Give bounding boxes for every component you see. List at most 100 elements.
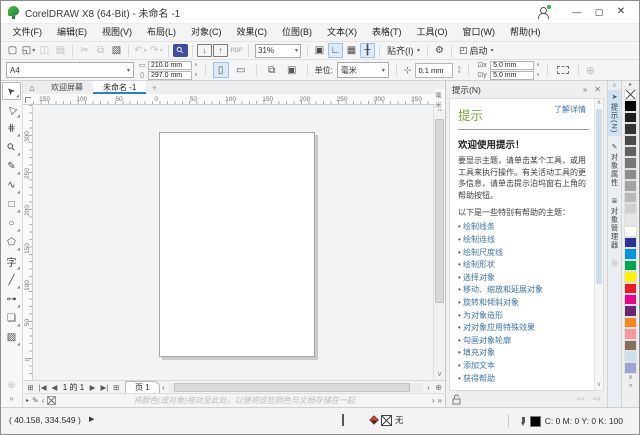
search-content-button[interactable]: ⚲ bbox=[173, 44, 188, 57]
docker-collapse-icon[interactable]: » bbox=[583, 85, 587, 94]
vertical-scroll-thumb[interactable] bbox=[435, 119, 444, 303]
palette-swatch[interactable] bbox=[624, 214, 637, 225]
docker-scrollbar[interactable]: ∧ ∨ bbox=[594, 99, 603, 390]
page-size-select[interactable]: A4▾ bbox=[6, 62, 134, 78]
customize-property-bar-button[interactable]: ⊕ bbox=[586, 64, 595, 77]
page-height-field[interactable]: 297.0 mm bbox=[148, 71, 192, 80]
menu-item[interactable]: 文件(F) bbox=[5, 24, 50, 41]
docker-scroll-down-icon[interactable]: ∨ bbox=[597, 381, 601, 390]
page-width-field[interactable]: 210.0 mm bbox=[148, 61, 192, 70]
toolbox-expand-button[interactable]: » bbox=[9, 394, 13, 403]
zoom-tool[interactable]: ⚲◢ bbox=[2, 139, 21, 157]
scroll-right-icon[interactable]: › bbox=[425, 383, 433, 392]
treat-as-filled-toggle[interactable] bbox=[555, 62, 571, 78]
document-palette-more-icon[interactable]: » bbox=[438, 396, 442, 405]
palette-swatch[interactable] bbox=[624, 169, 637, 180]
last-page-button[interactable]: ▶| bbox=[98, 383, 111, 392]
copy-button[interactable]: ⧉ bbox=[93, 43, 108, 58]
rectangle-tool[interactable]: □◢ bbox=[2, 196, 21, 214]
add-docker-button[interactable]: ⊕ bbox=[611, 258, 619, 269]
topic-link[interactable]: 旋转和倾斜对象 bbox=[458, 297, 589, 310]
palette-swatch[interactable] bbox=[624, 180, 637, 191]
pick-tool[interactable]: ➤◢ bbox=[2, 82, 21, 100]
topic-link[interactable]: 勾画对象轮廓 bbox=[458, 335, 589, 348]
launcher-dropdown[interactable]: ◰启动▾ bbox=[456, 44, 497, 57]
page-1-tab[interactable]: 页 1 bbox=[125, 381, 160, 393]
palette-swatch[interactable] bbox=[624, 248, 637, 259]
new-document-button[interactable]: ▢ bbox=[5, 43, 20, 58]
drop-shadow-tool[interactable]: ❏◢ bbox=[2, 310, 21, 328]
vertical-ruler[interactable]: 300250200150100500 bbox=[23, 105, 33, 380]
home-icon[interactable]: ⌂ bbox=[23, 81, 41, 94]
export-button[interactable]: ↑ bbox=[213, 44, 228, 57]
palette-swatch[interactable] bbox=[624, 317, 637, 328]
palette-swatch[interactable] bbox=[624, 328, 637, 339]
cut-button[interactable]: ✂ bbox=[77, 43, 92, 58]
previous-page-button[interactable]: ◀ bbox=[49, 383, 60, 392]
page-width-stepper[interactable]: ∧ bbox=[194, 63, 198, 67]
color-proof-icon[interactable] bbox=[342, 415, 355, 425]
topic-link[interactable]: 移动、缩放和延展对象 bbox=[458, 284, 589, 297]
horizontal-scrollbar[interactable] bbox=[169, 383, 423, 392]
open-button[interactable]: ◱▾ bbox=[21, 43, 36, 58]
tab-untitled-document[interactable]: 未命名 -1 bbox=[93, 81, 146, 94]
document-palette-no-color-swatch[interactable] bbox=[47, 396, 56, 405]
menu-item[interactable]: 工具(O) bbox=[409, 24, 455, 41]
menu-item[interactable]: 文本(X) bbox=[320, 24, 365, 41]
first-page-button[interactable]: |◀ bbox=[36, 383, 49, 392]
artistic-media-tool[interactable]: ∿◢ bbox=[2, 177, 21, 195]
duplicate-x-stepper[interactable]: ∧ bbox=[536, 63, 540, 67]
redo-button[interactable]: ↷▾ bbox=[149, 43, 164, 58]
topic-link[interactable]: 绘制形状 bbox=[458, 259, 589, 272]
topic-link[interactable]: 绘制尺度线 bbox=[458, 247, 589, 260]
no-color-swatch[interactable] bbox=[624, 89, 637, 100]
menu-item[interactable]: 窗口(W) bbox=[455, 24, 503, 41]
topic-link[interactable]: 获得帮助 bbox=[458, 373, 589, 386]
topic-link[interactable]: 对对象应用特殊效果 bbox=[458, 322, 589, 335]
palette-swatch[interactable] bbox=[624, 305, 637, 316]
palette-swatch[interactable] bbox=[624, 112, 637, 123]
docker-scroll-thumb[interactable] bbox=[596, 109, 602, 284]
topic-link[interactable]: 填充对象 bbox=[458, 347, 589, 360]
current-page-button[interactable]: ▣ bbox=[284, 62, 300, 78]
docker-tab-object-properties[interactable]: ✎对象属性 bbox=[608, 140, 622, 190]
text-tool[interactable]: 字◢ bbox=[2, 253, 21, 271]
docker-close-icon[interactable]: ✕ bbox=[594, 85, 601, 94]
menu-item[interactable]: 编辑(E) bbox=[50, 24, 95, 41]
transparency-tool[interactable]: ▨◢ bbox=[2, 329, 21, 347]
palette-expand-icon[interactable]: » bbox=[629, 382, 633, 390]
landscape-button[interactable]: ▭ bbox=[233, 62, 249, 78]
show-grid-toggle[interactable]: ▦ bbox=[344, 43, 359, 58]
zoom-level-select[interactable]: 31%▾ bbox=[255, 44, 301, 58]
new-tab-button[interactable]: + bbox=[146, 81, 162, 94]
document-page[interactable] bbox=[159, 132, 315, 357]
minimize-button[interactable]: — bbox=[566, 2, 588, 22]
add-page-before-button[interactable]: ⊞ bbox=[25, 383, 36, 392]
next-page-button[interactable]: ▶ bbox=[87, 383, 98, 392]
units-select[interactable]: 毫米▾ bbox=[337, 62, 389, 78]
show-rulers-toggle[interactable]: ∟ bbox=[328, 43, 343, 58]
menu-item[interactable]: 位图(B) bbox=[275, 24, 320, 41]
snap-to-dropdown[interactable]: 贴齐(I) ▾ bbox=[384, 43, 423, 58]
tab-welcome-screen[interactable]: 欢迎屏幕 bbox=[41, 81, 93, 94]
ruler-origin-icon[interactable] bbox=[23, 94, 33, 105]
scroll-left-icon[interactable]: ‹ bbox=[160, 383, 168, 392]
docker-tab-object-manager[interactable]: ≣对象管理器 bbox=[608, 194, 622, 253]
maximize-button[interactable]: ▢ bbox=[588, 2, 610, 22]
duplicate-y-stepper[interactable]: ∨ bbox=[536, 73, 540, 77]
palette-swatch[interactable] bbox=[624, 237, 637, 248]
hints-forward-icon[interactable]: ⇨ bbox=[593, 394, 601, 405]
palette-swatch[interactable] bbox=[624, 100, 637, 111]
outline-status[interactable]: C: 0 M: 0 Y: 0 K: 100 bbox=[508, 414, 623, 428]
all-pages-button[interactable]: ⧉ bbox=[264, 62, 280, 78]
duplicate-y-field[interactable]: 5.0 mm bbox=[490, 71, 534, 80]
account-icon[interactable] bbox=[537, 6, 550, 18]
topic-link[interactable]: 绘制连线 bbox=[458, 234, 589, 247]
paste-button[interactable]: ▧ bbox=[109, 43, 124, 58]
portrait-button[interactable]: ▯ bbox=[213, 62, 229, 78]
docker-scroll-up-icon[interactable]: ∧ bbox=[597, 99, 601, 108]
hints-back-icon[interactable]: ⇦ bbox=[576, 394, 584, 405]
show-guidelines-toggle[interactable]: ╂ bbox=[360, 43, 375, 58]
palette-swatch[interactable] bbox=[624, 192, 637, 203]
palette-swatch[interactable] bbox=[624, 203, 637, 214]
